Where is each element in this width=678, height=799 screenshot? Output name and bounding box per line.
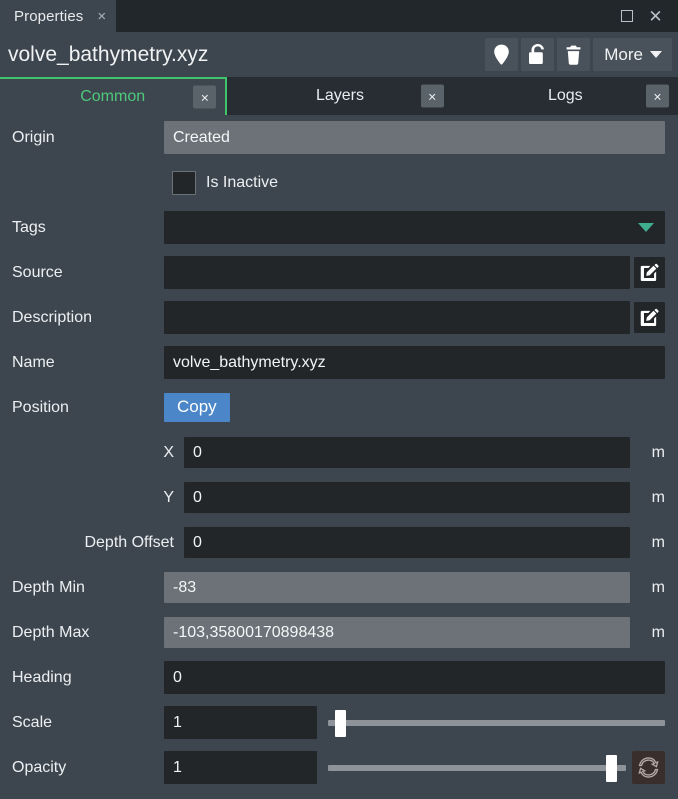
x-label: X (163, 443, 174, 461)
depth-max-label: Depth Max (12, 623, 90, 641)
source-input[interactable] (164, 256, 630, 289)
row-source: Source (0, 250, 678, 295)
row-name: Name volve_bathymetry.xyz (0, 340, 678, 385)
row-tags: Tags (0, 205, 678, 250)
document-tab-label: Properties (14, 7, 84, 25)
depth-min-label: Depth Min (12, 578, 85, 596)
opacity-slider-handle[interactable] (606, 754, 618, 782)
row-heading: Heading 0 (0, 655, 678, 700)
scale-slider-track (328, 719, 665, 726)
tab-strip: Common × Layers × Logs × (0, 77, 678, 115)
is-inactive-label: Is Inactive (206, 173, 279, 191)
description-label: Description (12, 308, 93, 326)
window-controls: ✕ (618, 0, 678, 32)
x-input[interactable]: 0 (184, 437, 630, 468)
unlock-icon (529, 44, 545, 64)
tab-logs-label: Logs (547, 87, 583, 104)
name-label: Name (12, 353, 55, 371)
opacity-slider-track (328, 764, 626, 771)
scale-label: Scale (12, 713, 53, 731)
delete-button[interactable] (557, 38, 591, 71)
more-label: More (604, 44, 643, 64)
row-origin: Origin Created (0, 115, 678, 160)
is-inactive-checkbox[interactable] (172, 170, 196, 195)
origin-label: Origin (12, 128, 55, 146)
opacity-input[interactable]: 1 (164, 751, 317, 784)
window-titlebar: Properties × ✕ (0, 0, 678, 32)
depth-min-value: -83 (164, 572, 630, 603)
row-position: Position Copy (0, 385, 678, 430)
row-depth-min: Depth Min -83 m (0, 565, 678, 610)
maximize-icon (620, 10, 633, 22)
scale-slider[interactable] (328, 707, 665, 738)
pin-icon (494, 44, 510, 65)
row-depth-offset: Depth Offset 0 m (0, 520, 678, 565)
position-label: Position (12, 398, 69, 416)
header-actions: More (485, 38, 672, 71)
source-label: Source (12, 263, 63, 281)
source-edit-button[interactable] (634, 257, 665, 288)
origin-value: Created (164, 121, 665, 154)
row-x: X 0 m (0, 430, 678, 475)
depth-offset-input[interactable]: 0 (184, 527, 630, 558)
tab-logs[interactable]: Logs × (452, 77, 678, 115)
edit-icon (640, 308, 659, 327)
y-label: Y (163, 488, 174, 506)
trash-icon (566, 45, 581, 65)
description-input[interactable] (164, 301, 630, 334)
heading-input[interactable]: 0 (164, 661, 665, 694)
tab-common-close-icon[interactable]: × (193, 85, 217, 109)
depth-max-value: -103,35800170898438 (164, 617, 630, 648)
tab-layers-label: Layers (315, 87, 364, 104)
depth-offset-unit: m (651, 533, 665, 551)
refresh-icon (638, 757, 659, 778)
row-description: Description (0, 295, 678, 340)
tags-dropdown[interactable] (164, 211, 665, 244)
tags-label: Tags (12, 218, 46, 236)
tab-common[interactable]: Common × (0, 77, 228, 115)
close-icon: ✕ (648, 6, 663, 26)
maximize-button[interactable] (618, 8, 635, 25)
row-depth-max: Depth Max -103,35800170898438 m (0, 610, 678, 655)
depth-offset-label: Depth Offset (84, 533, 174, 551)
opacity-slider[interactable] (328, 752, 626, 783)
row-y: Y 0 m (0, 475, 678, 520)
depth-min-unit: m (651, 578, 665, 596)
row-is-inactive: Is Inactive (0, 160, 678, 205)
chevron-down-icon (650, 51, 662, 58)
description-edit-button[interactable] (634, 302, 665, 333)
depth-max-unit: m (651, 623, 665, 641)
x-unit: m (651, 443, 665, 461)
heading-label: Heading (12, 668, 72, 686)
titlebar-spacer (116, 0, 618, 32)
opacity-label: Opacity (12, 758, 67, 776)
edit-icon (640, 263, 659, 282)
scale-slider-handle[interactable] (334, 709, 346, 737)
unlock-button[interactable] (521, 38, 555, 71)
pin-button[interactable] (485, 38, 519, 71)
tab-layers[interactable]: Layers × (227, 77, 453, 115)
row-scale: Scale 1 (0, 700, 678, 745)
row-opacity: Opacity 1 (0, 745, 678, 790)
copy-position-button[interactable]: Copy (164, 392, 230, 423)
tab-logs-close-icon[interactable]: × (645, 84, 669, 108)
properties-form: Origin Created Is Inactive Tags Source D… (0, 115, 678, 790)
name-input[interactable]: volve_bathymetry.xyz (164, 346, 665, 379)
chevron-down-icon (638, 223, 654, 232)
y-input[interactable]: 0 (184, 482, 630, 513)
tab-common-label: Common (80, 88, 146, 105)
close-button[interactable]: ✕ (647, 8, 664, 25)
document-tab-properties[interactable]: Properties × (0, 0, 117, 32)
page-title: volve_bathymetry.xyz (8, 42, 209, 66)
y-unit: m (651, 488, 665, 506)
more-menu-button[interactable]: More (593, 38, 672, 71)
scale-input[interactable]: 1 (164, 706, 317, 739)
document-tab-close-icon[interactable]: × (97, 9, 106, 24)
opacity-reset-button[interactable] (632, 751, 665, 784)
header-bar: volve_bathymetry.xyz More (0, 32, 678, 77)
tab-layers-close-icon[interactable]: × (420, 84, 444, 108)
